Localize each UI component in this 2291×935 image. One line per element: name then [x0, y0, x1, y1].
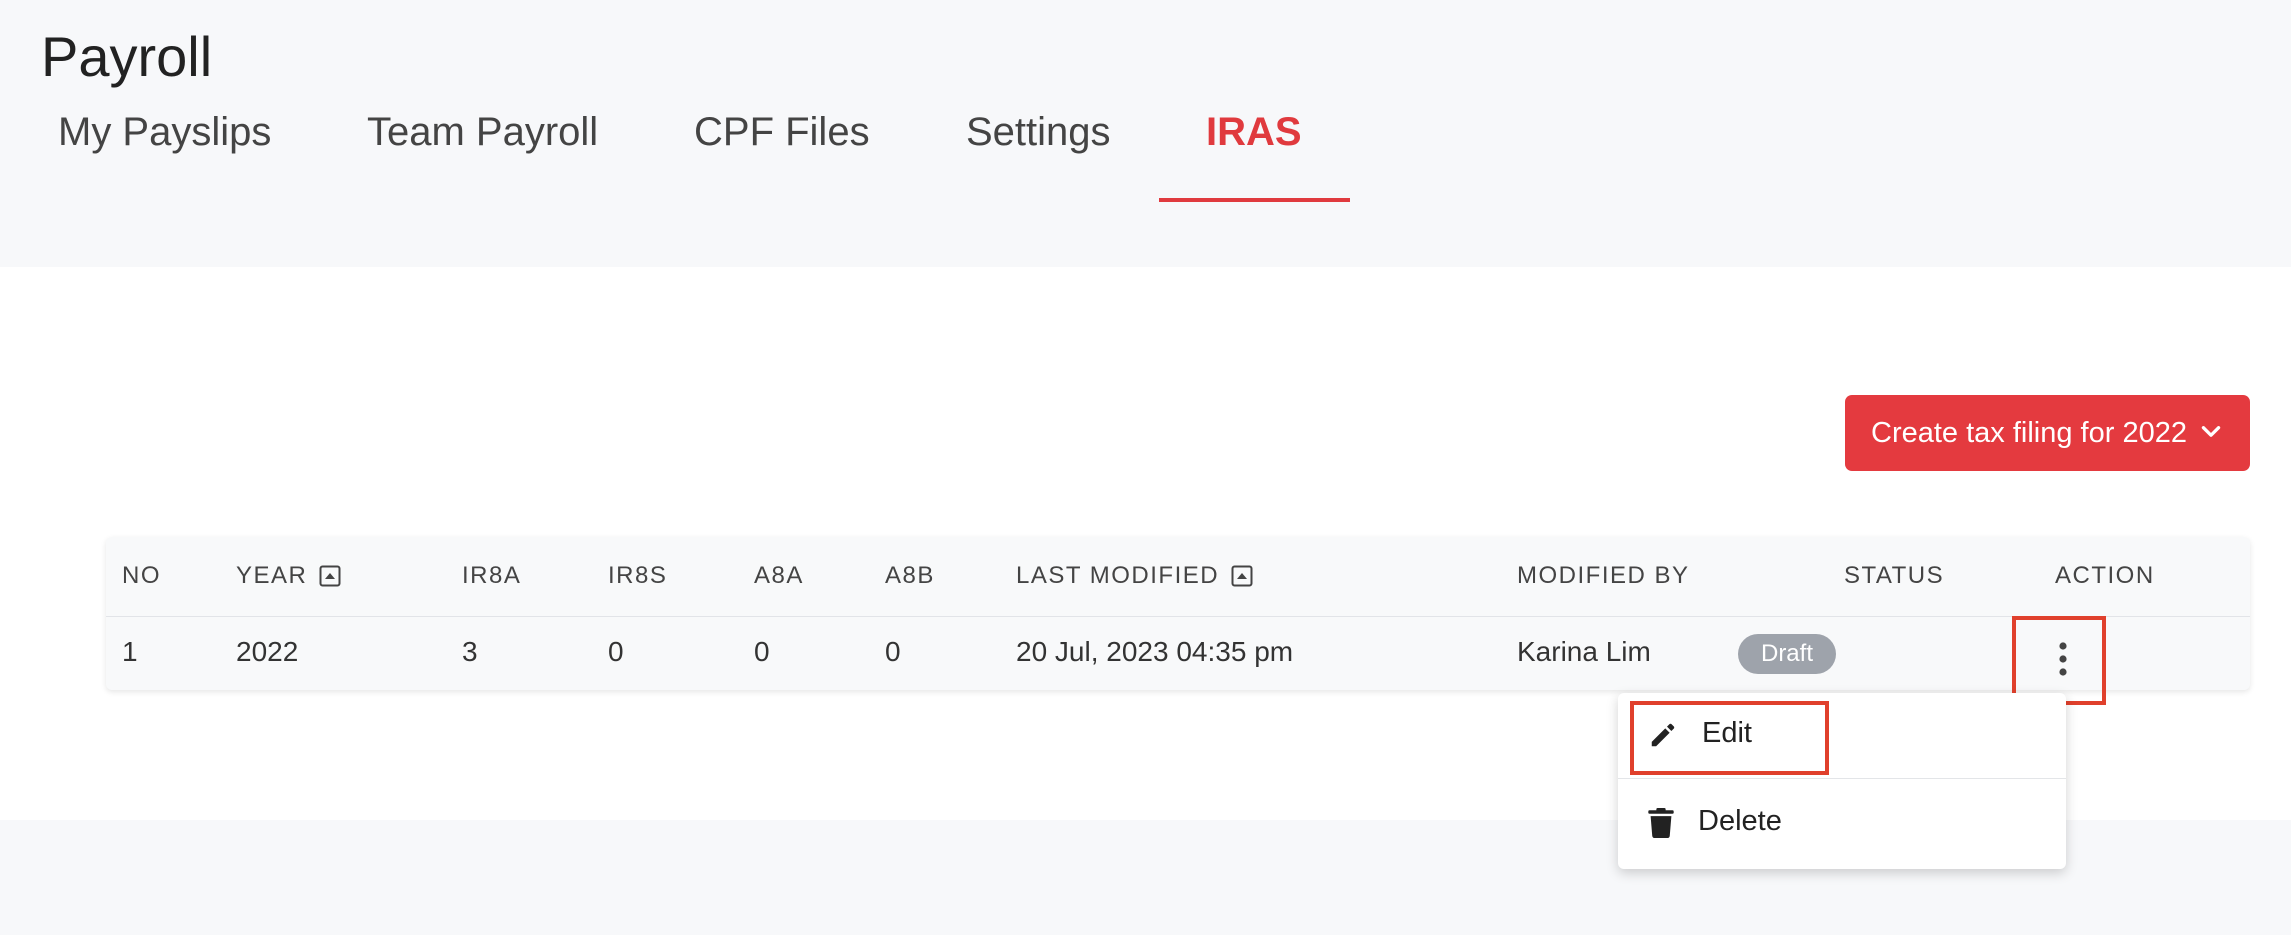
create-tax-filing-button[interactable]: Create tax filing for 2022: [1845, 395, 2250, 471]
page-title: Payroll: [41, 25, 213, 88]
tab-cpf-files[interactable]: CPF Files: [694, 110, 870, 155]
header-last-modified[interactable]: LAST MODIFIED: [1016, 562, 1253, 590]
cell-a8a: 0: [754, 636, 770, 667]
cell-no: 1: [122, 636, 138, 667]
header-year[interactable]: YEAR: [236, 562, 341, 590]
header-action: ACTION: [2055, 562, 2155, 589]
chevron-down-icon: [2201, 426, 2221, 437]
table-header: NO YEAR IR8A IR8S A8A A8B LAST MODIFIED …: [106, 537, 2250, 617]
tab-settings[interactable]: Settings: [966, 110, 1111, 155]
sort-icon[interactable]: [1231, 565, 1253, 587]
cell-year: 2022: [236, 636, 299, 667]
menu-divider: [1618, 778, 2066, 779]
header-ir8a: IR8A: [462, 562, 522, 589]
trash-icon: [1648, 808, 1674, 838]
header-ir8s: IR8S: [608, 562, 668, 589]
header-a8a: A8A: [754, 562, 804, 589]
tax-filing-table: NO YEAR IR8A IR8S A8A A8B LAST MODIFIED …: [106, 537, 2250, 690]
header-status: STATUS: [1844, 562, 1945, 589]
cell-ir8a: 3: [462, 636, 478, 667]
tab-team-payroll[interactable]: Team Payroll: [367, 110, 598, 155]
page-header: Payroll My Payslips Team Payroll CPF Fil…: [0, 0, 2291, 267]
tab-iras[interactable]: IRAS: [1206, 110, 1302, 155]
cell-last-modified: 20 Jul, 2023 04:35 pm: [1016, 636, 1294, 667]
header-modified-by: MODIFIED BY: [1517, 562, 1690, 589]
menu-item-delete-label: Delete: [1698, 805, 1782, 837]
active-tab-indicator: [1159, 198, 1350, 202]
status-badge: Draft: [1738, 634, 1836, 674]
cell-a8b: 0: [885, 636, 901, 667]
highlight-box: [1630, 701, 1829, 775]
sort-icon[interactable]: [319, 565, 341, 587]
header-a8b: A8B: [885, 562, 935, 589]
cell-ir8s: 0: [608, 636, 624, 667]
cell-modified-by: Karina Lim: [1517, 636, 1651, 667]
create-tax-filing-label: Create tax filing for 2022: [1871, 416, 2187, 449]
highlight-box: [2012, 616, 2106, 705]
header-no: NO: [122, 562, 161, 589]
tab-my-payslips[interactable]: My Payslips: [58, 110, 271, 155]
menu-item-delete[interactable]: Delete: [1618, 781, 2066, 869]
table-row: 1 2022 3 0 0 0 20 Jul, 2023 04:35 pm Kar…: [106, 617, 2250, 690]
